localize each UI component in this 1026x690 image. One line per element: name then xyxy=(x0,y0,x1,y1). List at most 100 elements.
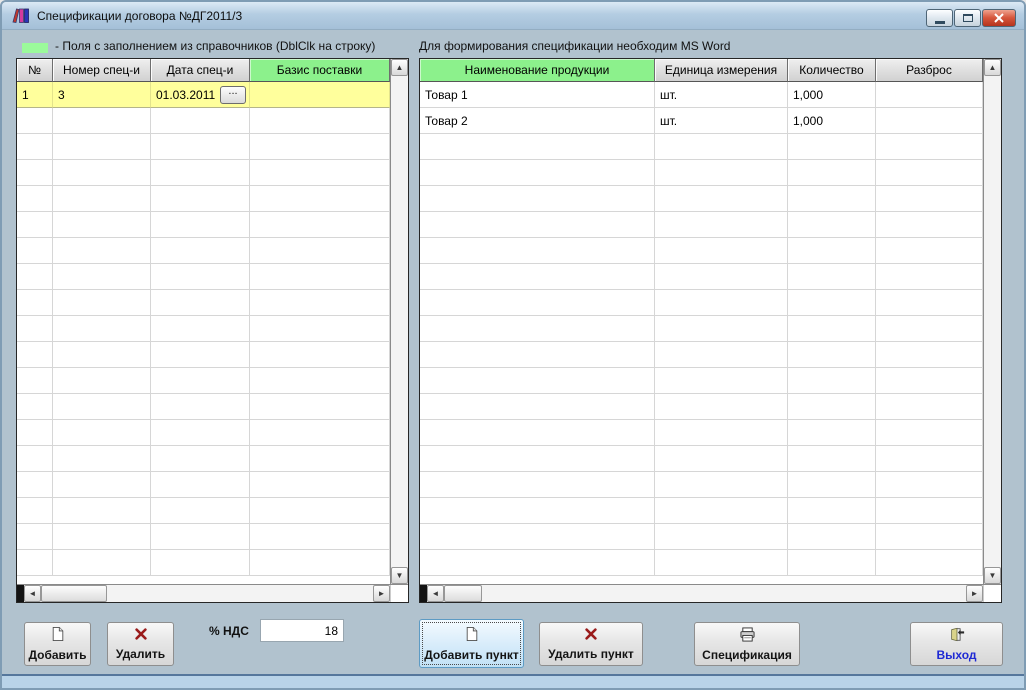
table-cell xyxy=(151,420,250,446)
table-cell xyxy=(788,134,876,160)
items-table-empty-row xyxy=(420,420,983,446)
spec-table-vscrollbar[interactable]: ▲ ▼ xyxy=(390,59,408,584)
close-button[interactable] xyxy=(982,9,1016,27)
minimize-button[interactable] xyxy=(926,9,953,27)
scroll-down-icon[interactable]: ▼ xyxy=(391,567,408,584)
hscroll-thumb[interactable] xyxy=(41,585,107,602)
table-cell xyxy=(655,316,788,342)
table-cell xyxy=(17,108,53,134)
spec-table: № Номер спец-и Дата спец-и Базис поставк… xyxy=(16,58,409,603)
table-cell xyxy=(151,550,250,576)
table-cell xyxy=(53,290,151,316)
column-header-spec-date[interactable]: Дата спец-и xyxy=(151,59,250,82)
spec-table-row[interactable]: 1 3 01.03.2011... xyxy=(17,82,390,108)
table-cell xyxy=(17,238,53,264)
hscroll-track[interactable] xyxy=(482,585,966,602)
column-header-quantity[interactable]: Количество xyxy=(788,59,876,82)
table-cell xyxy=(17,524,53,550)
items-table-row[interactable]: Товар 2 шт. 1,000 xyxy=(420,108,983,134)
titlebar[interactable]: Спецификации договора №ДГ2011/3 xyxy=(2,2,1024,30)
table-cell xyxy=(655,134,788,160)
table-cell xyxy=(788,420,876,446)
table-cell xyxy=(876,472,983,498)
table-cell xyxy=(788,342,876,368)
scrollbar-corner xyxy=(390,585,408,602)
table-cell xyxy=(151,264,250,290)
table-cell xyxy=(53,238,151,264)
table-cell xyxy=(151,186,250,212)
spec-table-empty-row xyxy=(17,134,390,160)
spec-table-empty-row xyxy=(17,238,390,264)
table-cell xyxy=(53,186,151,212)
table-cell xyxy=(876,446,983,472)
add-spec-button[interactable]: Добавить xyxy=(24,622,91,666)
table-cell xyxy=(151,524,250,550)
spec-table-hscrollbar[interactable]: ◄ ► xyxy=(17,584,408,602)
items-table-hscrollbar[interactable]: ◄ ► xyxy=(420,584,1001,602)
spec-table-empty-row xyxy=(17,524,390,550)
table-cell xyxy=(876,394,983,420)
scroll-down-icon[interactable]: ▼ xyxy=(984,567,1001,584)
add-item-button[interactable]: Добавить пункт xyxy=(419,619,524,668)
column-header-delivery-basis[interactable]: Базис поставки xyxy=(250,59,390,82)
table-cell xyxy=(788,264,876,290)
table-cell xyxy=(655,160,788,186)
table-cell xyxy=(250,472,390,498)
table-cell xyxy=(151,316,250,342)
items-table-vscrollbar[interactable]: ▲ ▼ xyxy=(983,59,1001,584)
table-cell xyxy=(53,472,151,498)
table-cell xyxy=(876,368,983,394)
column-header-spread[interactable]: Разброс xyxy=(876,59,983,82)
table-cell xyxy=(788,524,876,550)
specification-button[interactable]: Спецификация xyxy=(694,622,800,666)
hscroll-thumb[interactable] xyxy=(444,585,482,602)
table-cell xyxy=(17,394,53,420)
table-cell xyxy=(876,290,983,316)
table-cell xyxy=(420,420,655,446)
table-cell xyxy=(151,368,250,394)
scroll-right-icon[interactable]: ► xyxy=(373,585,390,602)
column-header-product-name[interactable]: Наименование продукции xyxy=(420,59,655,82)
column-header-number[interactable]: № xyxy=(17,59,53,82)
scroll-up-icon[interactable]: ▲ xyxy=(391,59,408,76)
red-x-icon xyxy=(584,627,598,644)
table-cell xyxy=(250,550,390,576)
scroll-left-icon[interactable]: ◄ xyxy=(427,585,444,602)
delete-item-label: Удалить пункт xyxy=(548,647,634,661)
items-table-empty-row xyxy=(420,290,983,316)
items-table-header: Наименование продукции Единица измерения… xyxy=(420,59,983,82)
scroll-up-icon[interactable]: ▲ xyxy=(984,59,1001,76)
table-cell xyxy=(17,316,53,342)
exit-button[interactable]: Выход xyxy=(910,622,1003,666)
green-legend-swatch xyxy=(22,43,48,53)
scrollbar-corner-block xyxy=(17,585,24,602)
date-picker-button[interactable]: ... xyxy=(220,85,246,104)
table-cell xyxy=(53,368,151,394)
table-cell xyxy=(420,134,655,160)
items-table-row[interactable]: Товар 1 шт. 1,000 xyxy=(420,82,983,108)
column-header-unit[interactable]: Единица измерения xyxy=(655,59,788,82)
table-cell xyxy=(788,186,876,212)
vat-input[interactable] xyxy=(260,619,344,642)
items-table: Наименование продукции Единица измерения… xyxy=(419,58,1002,603)
table-cell xyxy=(788,290,876,316)
table-cell xyxy=(876,550,983,576)
maximize-button[interactable] xyxy=(954,9,981,27)
delete-spec-button[interactable]: Удалить xyxy=(107,622,174,666)
table-cell xyxy=(17,264,53,290)
scrollbar-corner-block xyxy=(420,585,427,602)
legend-text: - Поля с заполнением из справочников (Db… xyxy=(55,39,376,53)
table-cell xyxy=(876,108,983,134)
table-cell xyxy=(250,498,390,524)
table-cell xyxy=(876,238,983,264)
table-cell xyxy=(17,550,53,576)
scroll-right-icon[interactable]: ► xyxy=(966,585,983,602)
column-header-spec-number[interactable]: Номер спец-и xyxy=(53,59,151,82)
scroll-left-icon[interactable]: ◄ xyxy=(24,585,41,602)
specification-label: Спецификация xyxy=(702,647,792,662)
delete-item-button[interactable]: Удалить пункт xyxy=(539,622,643,666)
hscroll-track[interactable] xyxy=(107,585,373,602)
items-table-empty-row xyxy=(420,498,983,524)
printer-icon xyxy=(739,626,756,645)
table-cell: Товар 1 xyxy=(420,82,655,108)
